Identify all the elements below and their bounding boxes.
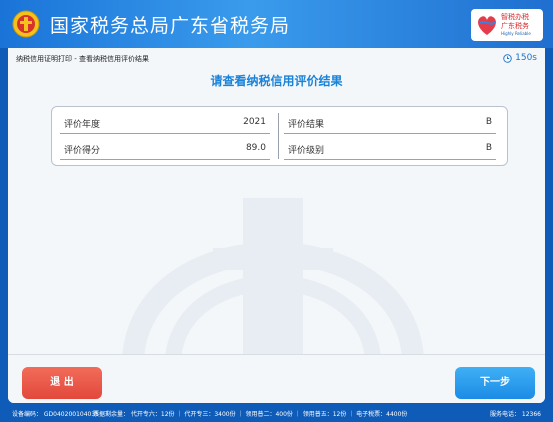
exit-button[interactable]: 退 出: [22, 367, 102, 399]
main-panel: 纳税信用证明打印 - 查看纳税信用评价结果 150s 请查看纳税信用评价结果 评…: [8, 48, 545, 403]
page-heading: 请查看纳税信用评价结果: [210, 74, 343, 88]
brand-heart-icon: [478, 16, 496, 35]
credit-result-table: 评价年度 2021 评价得分 89.0 评价结果 B 评价级别 B: [51, 106, 508, 166]
brand-text: 智税办税 广东税务: [501, 13, 529, 30]
result-value: B: [485, 117, 492, 127]
countdown-timer: 150s: [503, 53, 537, 63]
next-button[interactable]: 下一步: [455, 367, 535, 399]
result-row-level: 评价级别 B: [284, 137, 496, 160]
status-bar: 设备编码： GD040200104035 票据剩余量： 代开专六：12份 ｜ 代…: [0, 405, 553, 422]
countdown-value: 150s: [515, 53, 537, 63]
result-row-year: 评价年度 2021: [60, 111, 270, 134]
agency-title: 国家税务总局广东省税务局: [50, 15, 291, 37]
top-header: 国家税务总局广东省税务局 智税办税 广东税务 Highly Reliable: [0, 0, 553, 48]
breadcrumb: 纳税信用证明打印 - 查看纳税信用评价结果: [16, 55, 149, 63]
result-value: B: [485, 143, 492, 153]
brand-logo: 智税办税 广东税务 Highly Reliable: [471, 9, 543, 41]
result-row-score: 评价得分 89.0: [60, 137, 270, 160]
result-label: 评价得分: [64, 146, 101, 156]
result-label: 评价年度: [64, 120, 101, 130]
ticket-stock: 票据剩余量： 代开专六：12份 ｜ 代开专三：3400份 ｜ 领用普二：400份…: [93, 411, 408, 418]
result-value: 2021: [243, 117, 266, 127]
column-divider: [278, 113, 279, 159]
clock-icon: [503, 53, 512, 63]
device-code: 设备编码： GD040200104035: [12, 411, 99, 418]
result-label: 评价级别: [288, 146, 325, 156]
result-value: 89.0: [245, 143, 266, 153]
tax-emblem-icon: [12, 10, 40, 38]
result-row-result: 评价结果 B: [284, 111, 496, 134]
brand-subtitle: Highly Reliable: [501, 31, 531, 36]
service-hotline: 服务电话： 12366: [490, 411, 541, 418]
action-footer: 退 出 下一步: [8, 354, 545, 403]
result-label: 评价结果: [288, 120, 325, 130]
